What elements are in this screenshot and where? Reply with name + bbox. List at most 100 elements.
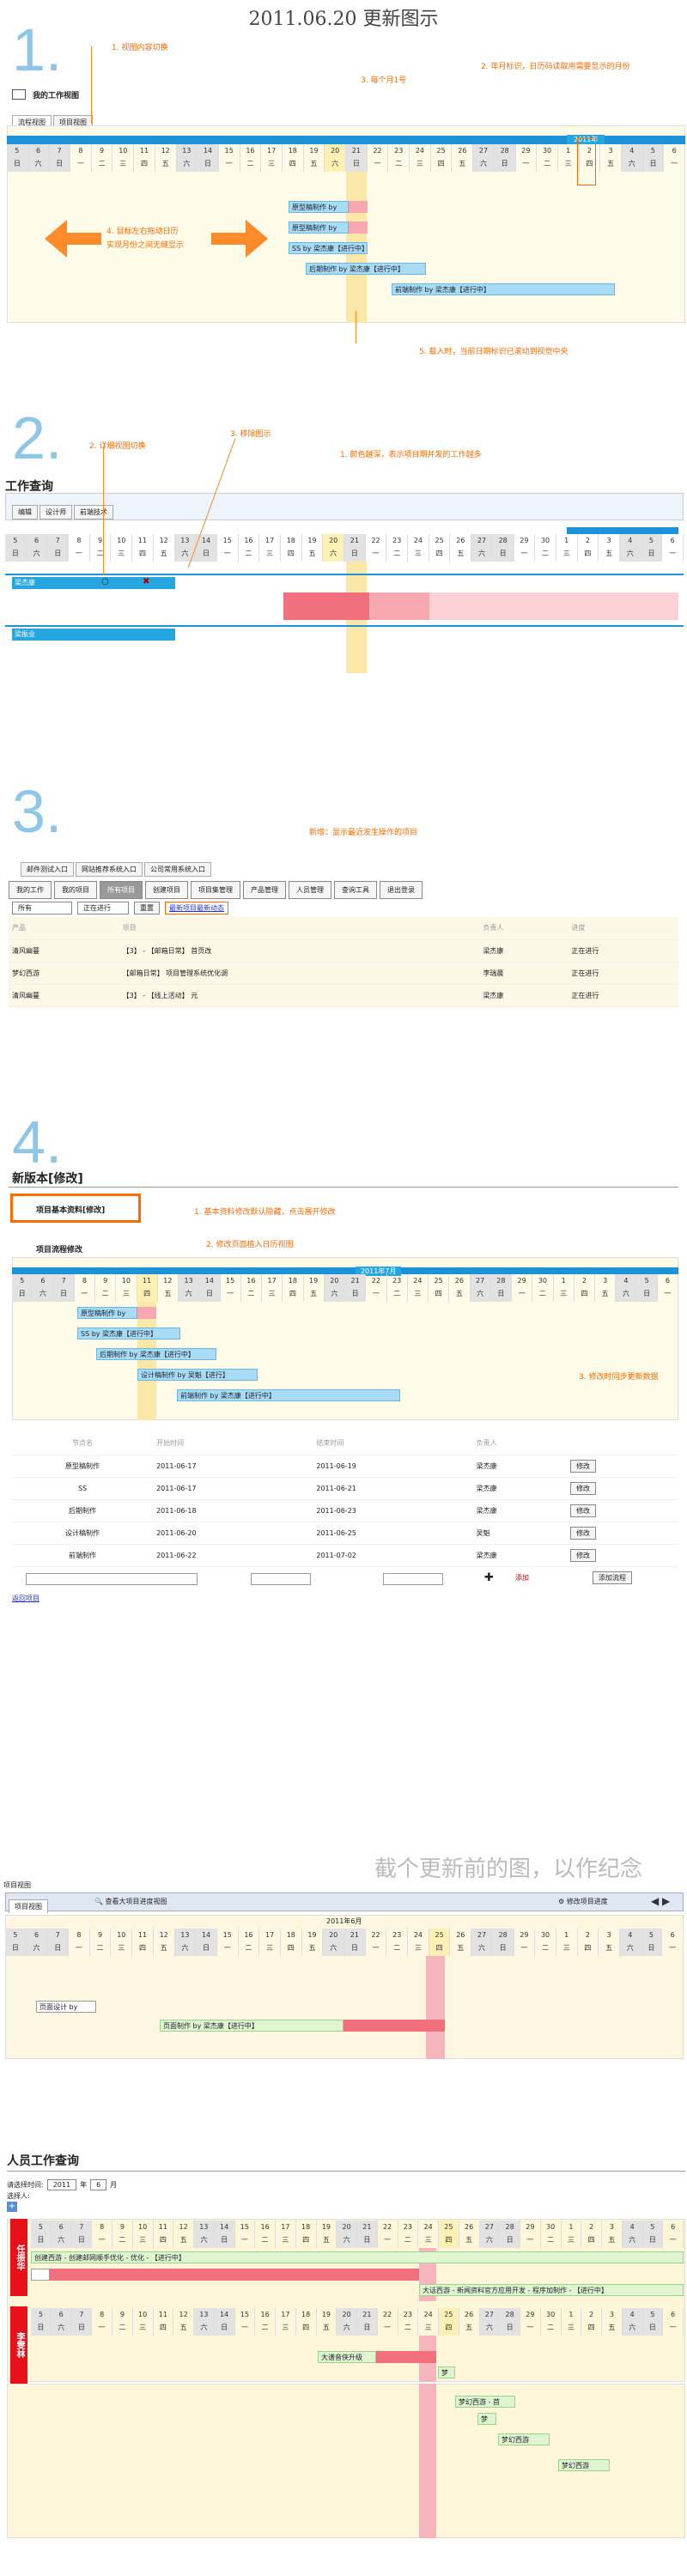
reset-button[interactable]: 重置 bbox=[134, 902, 160, 914]
task-bar[interactable]: 前端制作 by 梁杰康【进行中】 bbox=[392, 283, 615, 295]
nav-my-work[interactable]: 我的工作 bbox=[9, 881, 52, 899]
search-link[interactable]: 🔍 查看大项目进度视图 bbox=[94, 1897, 167, 1906]
nav-arrows-icon[interactable]: ◀ ▶ bbox=[651, 1895, 670, 1907]
task-bar[interactable]: 设计稿制作 by 吴魁【进行】 bbox=[137, 1369, 258, 1381]
weekday: 五 bbox=[160, 550, 167, 557]
nav-query[interactable]: 查询工具 bbox=[334, 881, 377, 899]
nav-all-projects[interactable]: 所有项目 bbox=[100, 881, 143, 899]
table-row[interactable]: 梦幻西游 【邮箱日常】 项目管理系统优化调 李瑞晨 正在进行 bbox=[9, 962, 678, 985]
add-link[interactable]: 添加 bbox=[515, 1573, 529, 1583]
tab-project-view[interactable]: 项目视图 bbox=[9, 1899, 48, 1914]
edit-button[interactable]: 修改 bbox=[570, 1504, 597, 1517]
edit-button[interactable]: 修改 bbox=[570, 1548, 597, 1562]
date-strip[interactable]: 5 日 6 六 7 日 8 一 9 二 10 三 11 四 12 五 13 六 14 日 15 一 16 二 17 三 18 四 19 五… bbox=[5, 1929, 684, 1956]
month-select[interactable]: 6 bbox=[90, 2179, 107, 2190]
nav-create[interactable]: 创建项目 bbox=[145, 881, 188, 899]
date-cell: 26 五 bbox=[452, 144, 474, 172]
task-bar[interactable]: 梦 bbox=[438, 2366, 455, 2379]
cell[interactable]: 【3】 - 【邮箱日常】 首页改 bbox=[119, 939, 480, 963]
task-bar[interactable]: 后期制作 by 梁杰康【进行中】 bbox=[96, 1348, 216, 1360]
weekday: 日 bbox=[204, 160, 212, 167]
date-cell: 5日 bbox=[31, 2308, 52, 2336]
node-name-input[interactable] bbox=[26, 1573, 198, 1585]
task-bar[interactable]: 大话西游 - 新闻资料官方应用开发 - 程序加制作 - 【进行中】 bbox=[419, 2284, 684, 2296]
task-bar[interactable]: 梦 bbox=[477, 2413, 496, 2425]
nav-people[interactable]: 人员管理 bbox=[289, 881, 331, 899]
date-cell: 23 二 bbox=[386, 534, 409, 562]
year-select[interactable]: 2011 bbox=[46, 2179, 77, 2190]
edit-button[interactable]: 修改 bbox=[570, 1481, 597, 1495]
day-number: 30 bbox=[542, 147, 552, 155]
cell[interactable]: 【邮箱日常】 项目管理系统优化调 bbox=[119, 962, 480, 985]
date-strip[interactable]: 5 日 6 六 7 日 8 一 9 二 10 三 11 四 12 五 13 六 14 日 15 一 16 二 17 三 18 四 19 五… bbox=[12, 1274, 678, 1302]
link-recommend[interactable]: 网站推荐系统入口 bbox=[76, 862, 143, 877]
task-bar[interactable]: 梦幻西游 - 首 bbox=[455, 2396, 515, 2408]
date-strip[interactable]: 5 日 6 六 7 日 8 一 9 二 10 三 11 四 12 五 13 六 14 日 15 一 16 二 17 三 18 四 19 五… bbox=[31, 2308, 684, 2336]
nav-product[interactable]: 产品管理 bbox=[243, 881, 286, 899]
status-select[interactable]: 正在进行 bbox=[77, 902, 129, 914]
day-number: 12 bbox=[159, 1931, 168, 1939]
task-bar[interactable]: SS by 梁杰康【进行中】 bbox=[289, 242, 368, 254]
date-cell: 3五 bbox=[599, 534, 620, 562]
table-row[interactable]: 清风幽蔓 【3】 - 【线上活动】 元梁杰康 正在进行 bbox=[9, 984, 678, 1007]
date-cell: 18 四 bbox=[296, 2221, 317, 2248]
task-bar[interactable]: 创建西游 - 创建邮网顺手优化 - 优化 - 【进行中】 bbox=[31, 2251, 684, 2263]
date-cell: 8一 bbox=[69, 1929, 90, 1956]
nav-logout[interactable]: 退出登录 bbox=[380, 881, 423, 899]
link-company[interactable]: 公司常用系统入口 bbox=[144, 862, 211, 877]
tab-editor[interactable]: 编辑 bbox=[12, 505, 38, 519]
add-flow-button[interactable]: 添加流程 bbox=[593, 1571, 632, 1584]
day-number: 4 bbox=[629, 2311, 635, 2318]
date-cell: 9二 bbox=[90, 1929, 112, 1956]
task-bar[interactable]: 原型稿制作 by bbox=[77, 1307, 137, 1319]
date-strip[interactable]: 5 日 6 六 7 日 8 一 9 二 10 三 11 四 12 五 13 六 14 日 15 一 16 二 17 三 18 四 19 五… bbox=[5, 534, 684, 562]
weekday: 三 bbox=[564, 160, 572, 167]
task-bar[interactable] bbox=[31, 2269, 50, 2281]
tab-designer[interactable]: 设计师 bbox=[40, 505, 72, 519]
close-icon[interactable]: ✖ bbox=[143, 577, 149, 586]
link-mail-test[interactable]: 邮件测试入口 bbox=[21, 862, 74, 877]
task-bar[interactable]: 页面设计 by bbox=[36, 2001, 96, 2013]
task-bar[interactable]: 后期制作 by 梁杰康【进行中】 bbox=[306, 263, 426, 275]
table-row[interactable]: 清风幽蔓 【3】 - 【邮箱日常】 首页改 梁杰康 正在进行 bbox=[9, 939, 678, 963]
plus-icon[interactable]: ✚ bbox=[484, 1571, 494, 1584]
date-cell: 16 二 bbox=[241, 1274, 262, 1302]
weekday: 四 bbox=[435, 1290, 442, 1297]
settings-link[interactable]: ⚙ 修改项目进度 bbox=[558, 1897, 608, 1906]
weekday: 六 bbox=[200, 2236, 208, 2244]
task-bar[interactable]: 梦幻西游 bbox=[498, 2433, 550, 2445]
product-select[interactable]: 所有 bbox=[12, 902, 72, 914]
nav-project-set[interactable]: 项目集管理 bbox=[191, 881, 240, 899]
edit-button[interactable]: 修改 bbox=[570, 1459, 597, 1473]
task-bar[interactable]: 前端制作 by 梁杰康【进行中】 bbox=[177, 1389, 400, 1401]
date-cell: 18 四 bbox=[283, 1274, 304, 1302]
weekday: 日 bbox=[37, 2236, 45, 2244]
day-number: 16 bbox=[260, 2223, 270, 2231]
day-number: 13 bbox=[184, 1277, 193, 1285]
edit-button[interactable]: 修改 bbox=[570, 1526, 597, 1540]
task-bar[interactable]: 原型稿制作 by bbox=[289, 201, 349, 213]
task-bar[interactable]: SS by 梁杰康【进行中】 bbox=[77, 1327, 180, 1340]
basic-info-toggle[interactable]: 项目基本资料[修改] bbox=[36, 1204, 105, 1215]
task-bar[interactable]: 原型稿制作 by bbox=[289, 222, 349, 234]
nav-my-project[interactable]: 我的项目 bbox=[54, 881, 97, 899]
date-strip[interactable]: 5 日 6 六 7 日 8 一 9 二 10 三 11 四 12 五 13 六 14 日 15 一 16 二 17 三 18 四 19 五… bbox=[31, 2221, 684, 2248]
weekday: 日 bbox=[18, 1290, 26, 1297]
task-bar[interactable]: 页面制作 by 梁杰康【进行中】 bbox=[160, 2020, 344, 2032]
date-cell: 17 三 bbox=[259, 1929, 281, 1956]
date-cell: 29 一 bbox=[514, 534, 536, 562]
back-link[interactable]: 返回项目 bbox=[12, 1594, 40, 1603]
task-bar[interactable]: 梦幻西游 bbox=[558, 2459, 610, 2471]
cell[interactable]: 【3】 - 【线上活动】 元 bbox=[119, 984, 480, 1007]
date-cell: 14 日 bbox=[199, 1274, 221, 1302]
person-row-label[interactable]: 梁杰康 bbox=[12, 577, 175, 589]
tab-frontend[interactable]: 前端技术 bbox=[74, 505, 113, 519]
day-number: 22 bbox=[383, 2223, 392, 2231]
task-bar[interactable]: 大谱音侠升级 bbox=[318, 2351, 376, 2363]
date-cell: 24 三 bbox=[408, 534, 429, 562]
add-person-icon[interactable]: + bbox=[7, 2202, 17, 2212]
end-date-input[interactable] bbox=[383, 1573, 443, 1585]
person-row-label[interactable]: 梁振业 bbox=[12, 629, 175, 641]
start-date-input[interactable] bbox=[251, 1573, 311, 1585]
recent-link[interactable]: 最新项目最新动态 bbox=[165, 902, 228, 914]
